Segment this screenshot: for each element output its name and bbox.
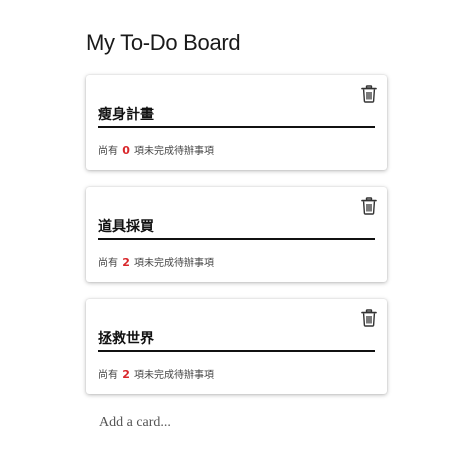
card[interactable]: 道具採買 尚有 2 項未完成待辦事項: [86, 187, 387, 282]
remaining-count: 2: [122, 368, 130, 381]
status-suffix: 項未完成待辦事項: [134, 258, 215, 269]
card-status: 尚有 2 項未完成待辦事項: [98, 256, 214, 271]
board-title: My To-Do Board: [86, 30, 241, 55]
trash-icon[interactable]: [361, 309, 377, 327]
status-prefix: 尚有: [98, 258, 118, 269]
card[interactable]: 瘦身計畫 尚有 0 項未完成待辦事項: [86, 75, 387, 170]
card-title[interactable]: 道具採買: [98, 216, 375, 240]
status-suffix: 項未完成待辦事項: [134, 146, 215, 157]
add-card-link[interactable]: Add a card...: [99, 415, 171, 431]
status-suffix: 項未完成待辦事項: [134, 370, 215, 381]
remaining-count: 2: [122, 256, 130, 269]
card-title[interactable]: 瘦身計畫: [98, 104, 375, 128]
card-status: 尚有 0 項未完成待辦事項: [98, 144, 214, 159]
status-prefix: 尚有: [98, 370, 118, 381]
trash-icon[interactable]: [361, 85, 377, 103]
trash-icon[interactable]: [361, 197, 377, 215]
card[interactable]: 拯救世界 尚有 2 項未完成待辦事項: [86, 299, 387, 394]
status-prefix: 尚有: [98, 146, 118, 157]
card-status: 尚有 2 項未完成待辦事項: [98, 368, 214, 383]
card-title[interactable]: 拯救世界: [98, 328, 375, 352]
remaining-count: 0: [122, 144, 130, 157]
